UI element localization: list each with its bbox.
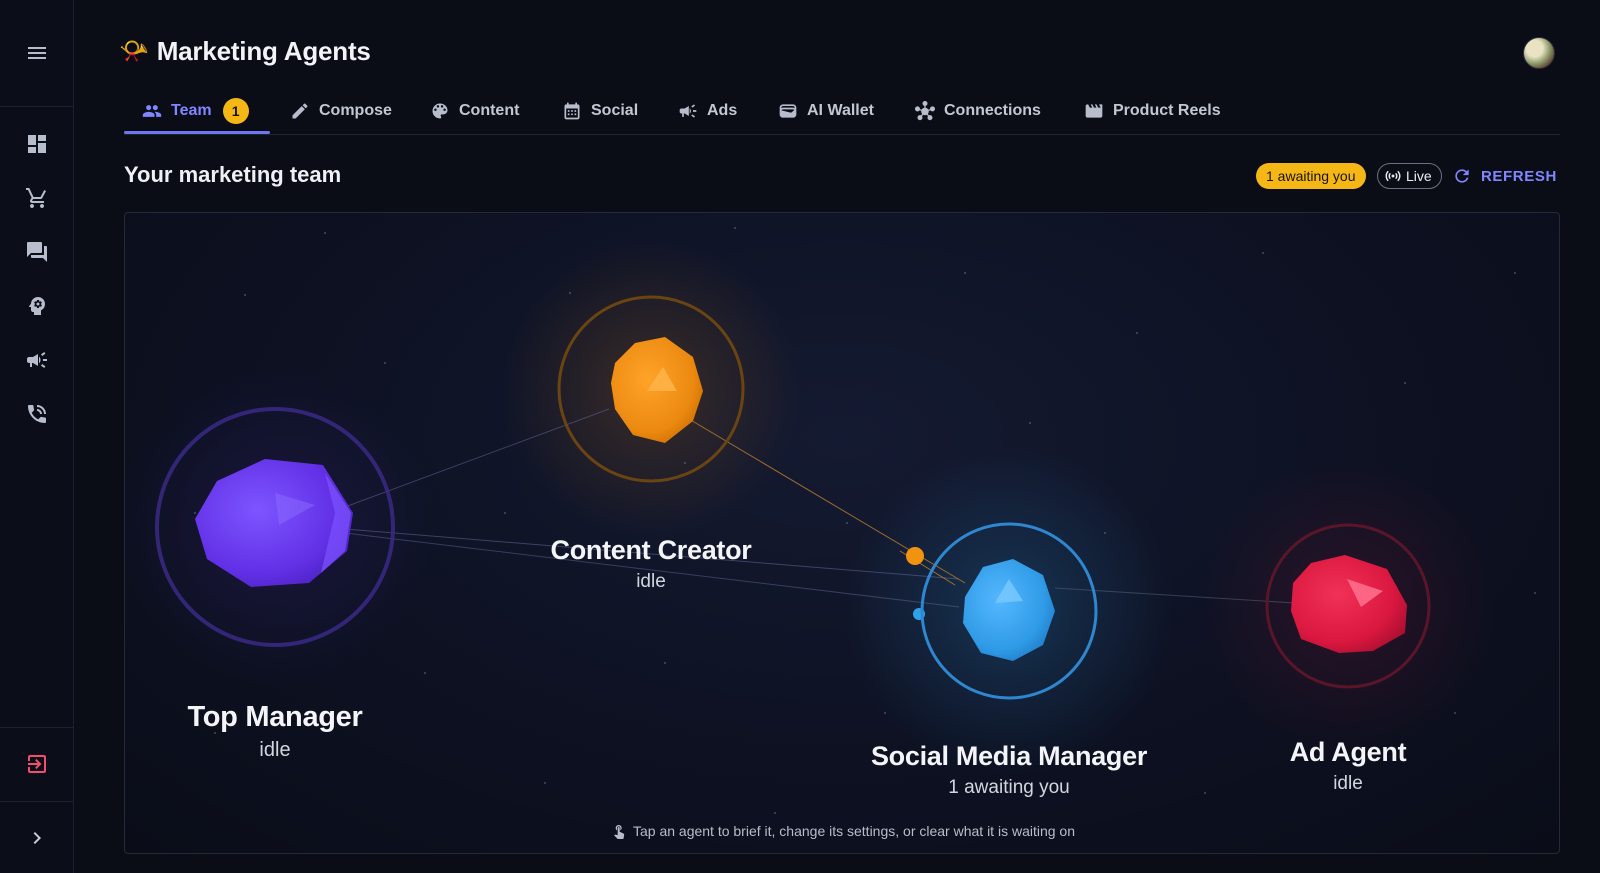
tap-icon bbox=[614, 825, 625, 839]
tab-content[interactable]: Content bbox=[430, 88, 519, 134]
sidebar-divider bbox=[0, 727, 74, 728]
refresh-label: REFRESH bbox=[1481, 167, 1557, 185]
clapperboard-icon bbox=[1085, 104, 1103, 118]
agent-status: 1 awaiting you bbox=[948, 777, 1070, 798]
logout-button[interactable] bbox=[0, 744, 74, 784]
agent-status: idle bbox=[1333, 773, 1363, 794]
chevron-right-icon bbox=[33, 832, 41, 844]
refresh-button[interactable]: REFRESH bbox=[1452, 164, 1557, 188]
calendar-icon bbox=[564, 102, 580, 120]
brain-gear-icon bbox=[28, 297, 45, 315]
tab-label: Ads bbox=[707, 102, 738, 119]
page-title: 📯 Marketing Agents bbox=[119, 36, 371, 67]
tab-ads[interactable]: Ads bbox=[678, 88, 737, 134]
menu-icon bbox=[28, 47, 46, 59]
pencil-icon bbox=[292, 103, 308, 119]
hint-text: Tap an agent to brief it, change its set… bbox=[125, 823, 1559, 839]
live-label: Live bbox=[1406, 168, 1432, 184]
agent-network-canvas: Top Manager idle Content Creator idle So… bbox=[124, 212, 1560, 854]
tab-connections[interactable]: Connections bbox=[915, 88, 1041, 134]
tab-ai-wallet[interactable]: AI Wallet bbox=[778, 88, 874, 134]
postal-horn-icon: 📯 bbox=[119, 38, 149, 65]
cart-icon bbox=[26, 188, 46, 208]
sidebar-divider bbox=[0, 801, 74, 802]
expand-sidebar-button[interactable] bbox=[0, 818, 74, 858]
sidebar-item-marketing[interactable] bbox=[0, 340, 74, 380]
agent-status: idle bbox=[636, 571, 666, 592]
avatar[interactable] bbox=[1523, 37, 1555, 69]
sidebar-item-dashboard[interactable] bbox=[0, 124, 74, 164]
palette-icon bbox=[432, 103, 448, 119]
live-chip: Live bbox=[1377, 163, 1442, 189]
tab-label: AI Wallet bbox=[807, 102, 874, 119]
tab-compose[interactable]: Compose bbox=[290, 88, 392, 134]
tab-label: Content bbox=[459, 102, 520, 119]
tab-social[interactable]: Social bbox=[562, 88, 638, 134]
logout-icon bbox=[28, 755, 46, 773]
tab-label: Compose bbox=[319, 102, 392, 119]
sidebar-item-ai[interactable] bbox=[0, 286, 74, 326]
dashboard-icon bbox=[28, 135, 46, 153]
wallet-icon bbox=[779, 104, 797, 118]
agent-name: Social Media Manager bbox=[870, 741, 1148, 771]
megaphone-icon bbox=[27, 352, 47, 368]
agent-name: Content Creator bbox=[550, 535, 752, 565]
phone-call-icon bbox=[28, 405, 46, 423]
tab-bar: Team 1 Compose Content Social Ads AI Wal… bbox=[124, 88, 1560, 135]
tab-product-reels[interactable]: Product Reels bbox=[1084, 88, 1221, 134]
active-tab-indicator bbox=[124, 131, 270, 134]
tab-label: Team bbox=[171, 102, 212, 119]
sidebar-item-calls[interactable] bbox=[0, 394, 74, 434]
page-title-text: Marketing Agents bbox=[156, 36, 371, 66]
tab-label: Product Reels bbox=[1113, 102, 1221, 119]
broadcast-icon bbox=[1385, 170, 1401, 182]
people-icon bbox=[142, 105, 162, 117]
menu-button[interactable] bbox=[0, 0, 74, 107]
tab-label: Connections bbox=[944, 102, 1041, 119]
refresh-icon bbox=[1455, 169, 1469, 183]
megaphone-icon bbox=[679, 104, 697, 118]
agent-name: Top Manager bbox=[187, 701, 363, 733]
hub-icon bbox=[915, 101, 935, 121]
message-dot-orange bbox=[906, 547, 924, 565]
agent-status: idle bbox=[259, 739, 291, 761]
section-title: Your marketing team bbox=[124, 162, 342, 187]
chat-icon bbox=[27, 242, 47, 262]
agent-name: Ad Agent bbox=[1289, 737, 1407, 767]
hint-label: Tap an agent to brief it, change its set… bbox=[632, 823, 1076, 839]
sidebar bbox=[0, 0, 74, 873]
sidebar-item-orders[interactable] bbox=[0, 178, 74, 218]
tab-label: Social bbox=[591, 102, 639, 119]
awaiting-chip: 1 awaiting you bbox=[1256, 163, 1366, 189]
tab-badge: 1 bbox=[222, 98, 249, 124]
tab-team[interactable]: Team 1 bbox=[142, 88, 249, 134]
sidebar-item-chat[interactable] bbox=[0, 232, 74, 272]
